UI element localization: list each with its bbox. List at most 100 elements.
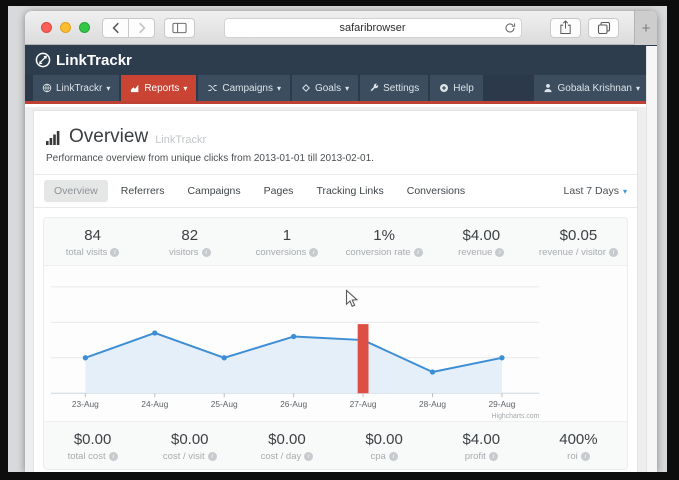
x-axis-label: 24-Aug — [141, 399, 168, 409]
stat-value: 82 — [141, 227, 238, 244]
window-controls — [41, 22, 90, 33]
stat-value: $0.00 — [141, 431, 238, 448]
stat-label: revenue — [458, 247, 492, 258]
caret-down-icon: ▾ — [636, 84, 640, 93]
nav-item-campaigns[interactable]: Campaigns ▾ — [198, 75, 290, 101]
address-bar[interactable]: safaribrowser — [224, 18, 522, 38]
area-fill — [85, 333, 502, 393]
back-button[interactable] — [102, 18, 129, 38]
stat-label: cpa — [370, 451, 385, 462]
info-icon[interactable]: i — [309, 248, 318, 257]
info-icon[interactable]: i — [304, 452, 313, 461]
app-logo-text: LinkTrackr — [56, 52, 132, 69]
stat-label: revenue / visitor — [539, 247, 606, 258]
address-text: safaribrowser — [339, 22, 405, 34]
info-icon[interactable]: i — [110, 248, 119, 257]
stats-row-top: 84 total visitsi 82 visitorsi 1 conversi… — [44, 218, 627, 265]
data-point-marker[interactable] — [152, 330, 157, 335]
stat-value: $0.05 — [530, 227, 627, 244]
content-card: Overview LinkTrackr Performance overview… — [33, 110, 638, 472]
visits-chart: 23-Aug24-Aug25-Aug26-Aug27-Aug28-Aug29-A… — [44, 266, 627, 423]
shuffle-icon — [207, 83, 218, 93]
data-point-marker[interactable] — [83, 355, 88, 360]
tab-referrers[interactable]: Referrers — [111, 180, 175, 202]
zoom-window-button[interactable] — [79, 22, 90, 33]
data-point-marker[interactable] — [291, 334, 296, 339]
minimize-window-button[interactable] — [60, 22, 71, 33]
data-point-marker[interactable] — [430, 369, 435, 374]
new-tab-button[interactable]: + — [634, 11, 657, 45]
stat-value: $4.00 — [433, 431, 530, 448]
data-point-marker[interactable] — [222, 355, 227, 360]
info-icon[interactable]: i — [109, 452, 118, 461]
sidebar-icon — [172, 22, 187, 34]
reload-icon — [504, 22, 516, 34]
nav-item-linktrackr[interactable]: LinkTrackr ▾ — [33, 75, 119, 101]
stat-value: $0.00 — [238, 431, 335, 448]
info-icon[interactable]: i — [609, 248, 618, 257]
tab-conversions[interactable]: Conversions — [397, 180, 475, 202]
info-icon[interactable]: i — [389, 452, 398, 461]
caret-down-icon: ▾ — [183, 84, 187, 93]
share-button[interactable] — [550, 18, 581, 38]
stats-row-bottom: $0.00 total costi $0.00 cost / visiti $0… — [44, 422, 627, 469]
nav-item-reports[interactable]: Reports ▾ — [121, 75, 196, 101]
x-axis-label: 28-Aug — [419, 399, 446, 409]
app-logo[interactable]: LinkTrackr — [35, 52, 132, 69]
stat-conversion-rate: 1% conversion ratei — [336, 227, 433, 258]
toolbar-right-buttons — [550, 18, 619, 38]
forward-button[interactable] — [128, 18, 155, 38]
nav-label: Settings — [383, 83, 419, 94]
page-header: Overview LinkTrackr Performance overview… — [34, 111, 637, 175]
scrollbar-track[interactable] — [646, 46, 657, 472]
nav-item-goals[interactable]: Goals ▾ — [292, 75, 358, 101]
linktrackr-logo-icon — [35, 52, 51, 68]
stat-value: $4.00 — [433, 227, 530, 244]
tab-campaigns[interactable]: Campaigns — [178, 180, 251, 202]
info-icon[interactable]: i — [414, 248, 423, 257]
nav-label: Reports — [144, 83, 179, 94]
close-window-button[interactable] — [41, 22, 52, 33]
info-icon[interactable]: i — [489, 452, 498, 461]
stat-label: conversions — [256, 247, 307, 258]
stat-profit: $4.00 profiti — [433, 431, 530, 462]
info-icon[interactable]: i — [202, 248, 211, 257]
date-range-dropdown[interactable]: Last 7 Days ▾ — [564, 185, 627, 197]
sidebar-button[interactable] — [164, 18, 195, 38]
caret-down-icon: ▾ — [345, 84, 349, 93]
conversion-column[interactable] — [358, 324, 369, 393]
stat-label: cost / day — [261, 451, 302, 462]
tabs-icon — [597, 21, 611, 35]
nav-label: Campaigns — [222, 83, 273, 94]
globe-icon — [42, 83, 52, 93]
nav-item-settings[interactable]: Settings — [360, 75, 428, 101]
tab-tracking-links[interactable]: Tracking Links — [306, 180, 393, 202]
x-axis-label: 29-Aug — [488, 399, 515, 409]
data-point-marker[interactable] — [499, 355, 504, 360]
x-axis-label: 23-Aug — [72, 399, 99, 409]
user-menu[interactable]: Gobala Krishnan ▾ — [534, 75, 649, 101]
share-icon — [559, 20, 572, 35]
history-buttons — [102, 18, 155, 38]
desktop-background: safaribrowser + LinkTrackr — [8, 6, 667, 472]
nav-label: Help — [453, 83, 474, 94]
stat-cpa: $0.00 cpai — [336, 431, 433, 462]
info-icon[interactable]: i — [208, 452, 217, 461]
stat-value: $0.00 — [336, 431, 433, 448]
tab-overview[interactable]: Overview — [44, 180, 108, 202]
caret-down-icon: ▾ — [623, 187, 627, 196]
info-icon[interactable]: i — [495, 248, 504, 257]
nav-item-help[interactable]: Help — [430, 75, 483, 101]
stat-visitors: 82 visitorsi — [141, 227, 238, 258]
show-tabs-button[interactable] — [588, 18, 619, 38]
stat-value: $0.00 — [44, 431, 141, 448]
tab-pages[interactable]: Pages — [254, 180, 304, 202]
safari-window: safaribrowser + LinkTrackr — [25, 11, 657, 472]
info-icon[interactable]: i — [581, 452, 590, 461]
nav-label: Goals — [315, 83, 341, 94]
stat-value: 400% — [530, 431, 627, 448]
reload-button[interactable] — [504, 22, 516, 37]
chart-credit[interactable]: Highcharts.com — [492, 413, 540, 420]
stat-conversions: 1 conversionsi — [238, 227, 335, 258]
stat-revenue: $4.00 revenuei — [433, 227, 530, 258]
